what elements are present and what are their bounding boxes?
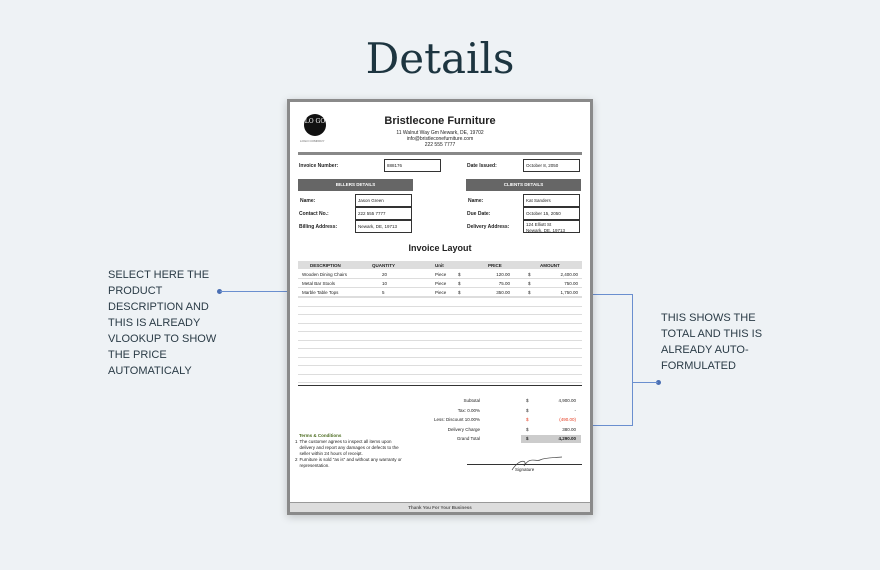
- billing-address-field[interactable]: Newark, DE, 19713: [355, 220, 412, 233]
- signature-line: [467, 464, 582, 465]
- empty-row-line: [298, 356, 582, 358]
- term-text: The customer agrees to inspect all items…: [299, 439, 399, 456]
- total-label: Delivery Charge: [447, 426, 480, 432]
- cell-price: 75.00: [498, 281, 510, 286]
- total-cur: $: [526, 426, 529, 432]
- invoice-number-label: Invoice Number:: [299, 163, 339, 169]
- table-row[interactable]: Marble Table Tops 5 Piece $350.00 $1,750.00: [298, 288, 582, 297]
- divider: [298, 152, 582, 155]
- empty-row-line: [298, 382, 582, 383]
- cell-amount: 1,750.00: [560, 290, 578, 295]
- total-value: 4,290.00: [558, 436, 576, 441]
- date-issued-label: Date Issued:: [467, 163, 497, 169]
- cell-unit: Piece: [435, 290, 447, 295]
- cell-amount: 2,400.00: [560, 272, 578, 277]
- cell-price: 350.00: [496, 290, 510, 295]
- total-label: Tax: 0.00%: [457, 407, 480, 413]
- layout-title: Invoice Layout: [408, 243, 472, 253]
- total-label: Less: Discount 10.00%: [433, 417, 480, 422]
- footer: Thank You For Your Business: [290, 502, 590, 512]
- client-name-label: Name:: [468, 198, 484, 204]
- empty-row-line: [298, 348, 582, 349]
- biller-name-label: Name:: [300, 198, 316, 204]
- annotation-line: [632, 294, 633, 425]
- empty-row-line: [298, 322, 582, 324]
- invoice-number-field[interactable]: 888176: [384, 159, 441, 172]
- empty-row-line: [298, 305, 582, 307]
- table-end-line: [298, 385, 582, 386]
- due-date-label: Due Date:: [467, 211, 491, 217]
- cell-unit: Piece: [435, 272, 447, 277]
- total-cur: $: [526, 398, 529, 403]
- contact-label: Contact No.:: [299, 211, 329, 217]
- terms-title: Terms & Conditions: [299, 433, 342, 438]
- date-issued-field[interactable]: October 8, 2050: [523, 159, 580, 172]
- cell-desc: Metal Bar Stools: [302, 281, 336, 286]
- annotation-line: [632, 382, 658, 383]
- col-amount: AMOUNT: [540, 263, 560, 268]
- signature-label: Signature: [515, 467, 535, 472]
- col-unit: Unit: [435, 263, 444, 268]
- cell-amount: 750.00: [564, 281, 578, 286]
- cell-price: 120.00: [496, 272, 510, 277]
- cell-qty: 20: [382, 272, 388, 277]
- total-cur: $: [526, 407, 529, 413]
- delivery-address-label: Delivery Address:: [467, 224, 510, 230]
- delivery-address-field[interactable]: 124 Elliott St Newark, DE, 19713: [523, 220, 580, 233]
- table-header: DESCRIPTION QUANTITY Unit PRICE AMOUNT: [298, 261, 582, 269]
- left-annotation: Select here the product description and …: [108, 269, 217, 377]
- cell-desc: Wooden Dining Chairs: [302, 272, 347, 277]
- client-name-field[interactable]: Kat Sanders: [523, 194, 580, 207]
- cell-cur: $: [458, 272, 461, 277]
- term-item: 1 The customer agrees to inspect all item…: [295, 439, 405, 457]
- table-row[interactable]: Wooden Dining Chairs 20 Piece $120.00 $2,400…: [298, 270, 582, 279]
- term-number: 1: [295, 439, 298, 444]
- cell-desc: Marble Table Tops: [302, 290, 339, 295]
- total-value: 380.00: [562, 426, 576, 432]
- empty-row-line: [298, 365, 582, 366]
- cell-qty: 5: [382, 290, 385, 295]
- col-quantity: QUANTITY: [372, 263, 395, 268]
- empty-row-line: [298, 331, 582, 332]
- empty-row-line: [298, 297, 582, 298]
- empty-row-line: [298, 314, 582, 315]
- total-value: -: [574, 407, 577, 413]
- empty-row-line: [298, 373, 582, 375]
- empty-row-line: [298, 339, 582, 341]
- billers-header: BILLERS DETAILS: [298, 179, 413, 191]
- invoice-preview: LO GO LOGO COMPANY Bristlecone Furniture…: [287, 99, 593, 515]
- col-description: DESCRIPTION: [310, 263, 341, 268]
- terms-list: 1 The customer agrees to inspect all item…: [295, 439, 405, 469]
- page-title: Details: [365, 34, 515, 83]
- cell-cur: $: [458, 281, 461, 286]
- cell-qty: 10: [382, 281, 388, 286]
- term-number: 2: [295, 457, 298, 462]
- total-label: Subtotal: [463, 398, 480, 403]
- total-cur: $: [526, 436, 529, 441]
- cell-cur2: $: [528, 281, 531, 286]
- total-value: (490.00): [559, 417, 576, 422]
- company-name: Bristlecone Furniture: [384, 115, 496, 127]
- col-price: PRICE: [488, 263, 502, 268]
- cell-cur: $: [458, 290, 461, 295]
- term-text: Furniture is sold "as is" and without an…: [299, 457, 402, 468]
- table-row[interactable]: Metal Bar Stools 10 Piece $75.00 $750.00: [298, 279, 582, 288]
- right-annotation: This shows the total and this is already…: [661, 312, 763, 372]
- total-value: 4,900.00: [558, 398, 576, 403]
- address-line: Newark, DE, 19713: [526, 228, 566, 233]
- total-cur: $: [526, 417, 529, 422]
- clients-header: CLIENTS DETAILS: [466, 179, 581, 191]
- company-phone: 222 555 7777: [424, 142, 456, 148]
- term-item: 2 Furniture is sold "as is" and without a…: [295, 457, 405, 469]
- cell-cur2: $: [528, 290, 531, 295]
- due-date-field[interactable]: October 15, 2050: [523, 207, 580, 220]
- billing-address-label: Billing Address:: [299, 224, 338, 230]
- biller-name-field[interactable]: Jason Green: [355, 194, 412, 207]
- cell-unit: Piece: [435, 281, 447, 286]
- cell-cur2: $: [528, 272, 531, 277]
- contact-field[interactable]: 222 555 7777: [355, 207, 412, 220]
- total-label: Grand Total: [456, 436, 480, 441]
